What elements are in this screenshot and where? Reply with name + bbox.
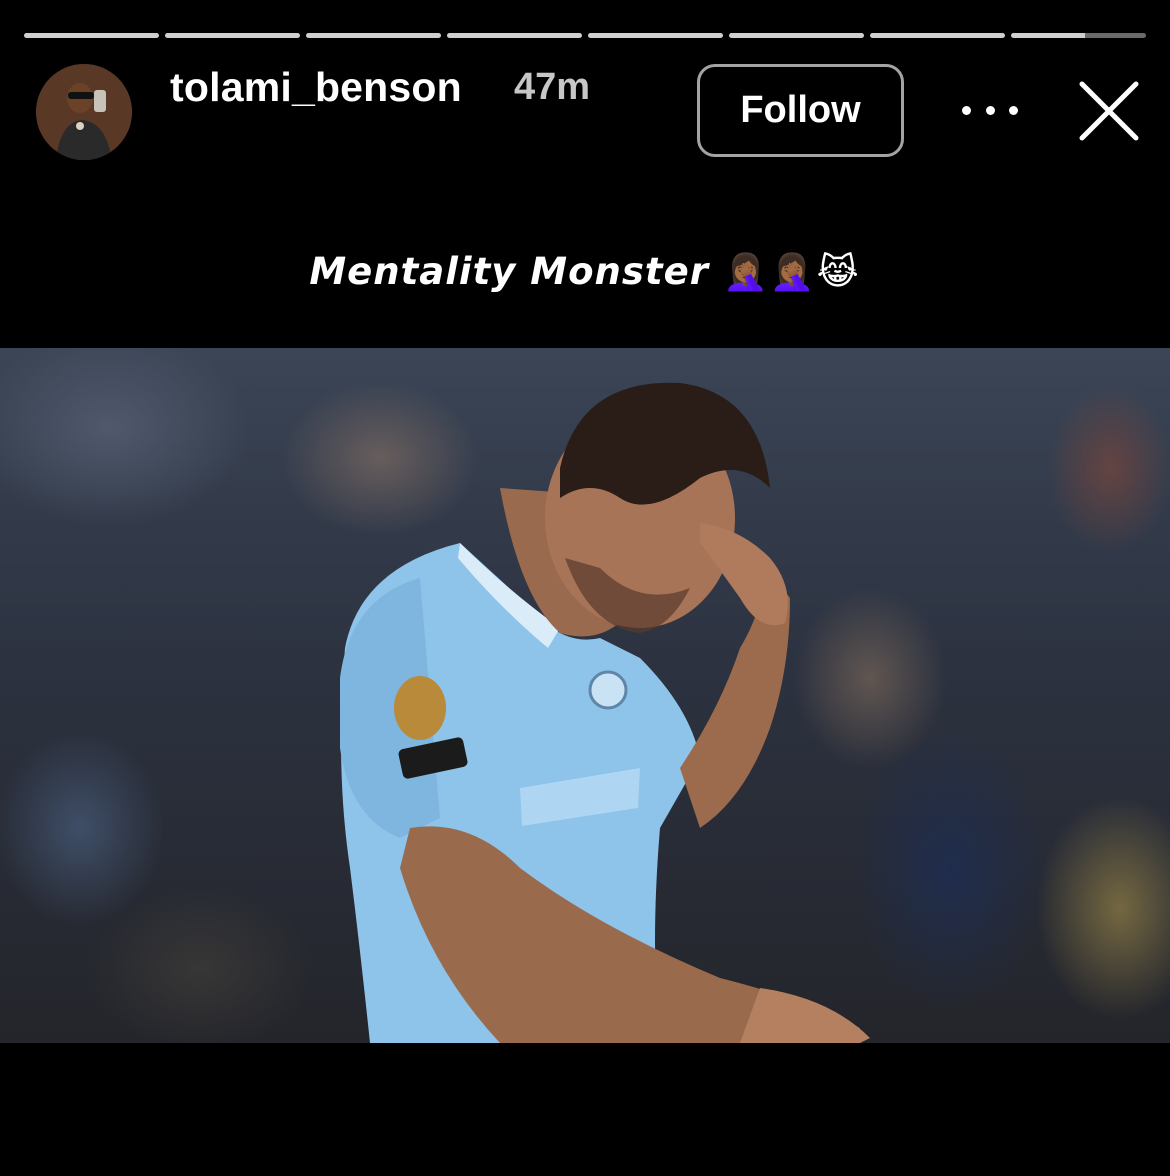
caption-text: Mentality Monster <box>309 250 709 293</box>
football-player-illustration <box>340 382 870 1043</box>
story-photo[interactable] <box>0 348 1170 1043</box>
story-header: tolami_benson 47m Follow <box>0 62 1170 162</box>
progress-segment <box>870 33 1005 38</box>
close-icon[interactable] <box>1078 80 1140 142</box>
progress-segment <box>447 33 582 38</box>
follow-button[interactable]: Follow <box>697 64 904 157</box>
timestamp: 47m <box>514 66 591 108</box>
progress-segment <box>24 33 159 38</box>
more-dot <box>1009 105 1018 115</box>
avatar[interactable] <box>36 64 132 160</box>
progress-segment <box>306 33 441 38</box>
progress-segment-active <box>1011 33 1146 38</box>
avatar-image <box>36 64 132 160</box>
story-progress-bar <box>24 33 1146 38</box>
caption-emojis: 🤦🏾‍♀️🤦🏾‍♀️😹 <box>722 252 861 293</box>
more-dot <box>985 105 995 115</box>
more-horizontal-icon[interactable] <box>962 90 1018 130</box>
progress-segment <box>588 33 723 38</box>
progress-segment <box>165 33 300 38</box>
story-caption: Mentality Monster 🤦🏾‍♀️🤦🏾‍♀️😹 <box>0 250 1170 293</box>
more-dot <box>962 105 971 115</box>
username[interactable]: tolami_benson <box>170 64 462 111</box>
progress-segment <box>729 33 864 38</box>
